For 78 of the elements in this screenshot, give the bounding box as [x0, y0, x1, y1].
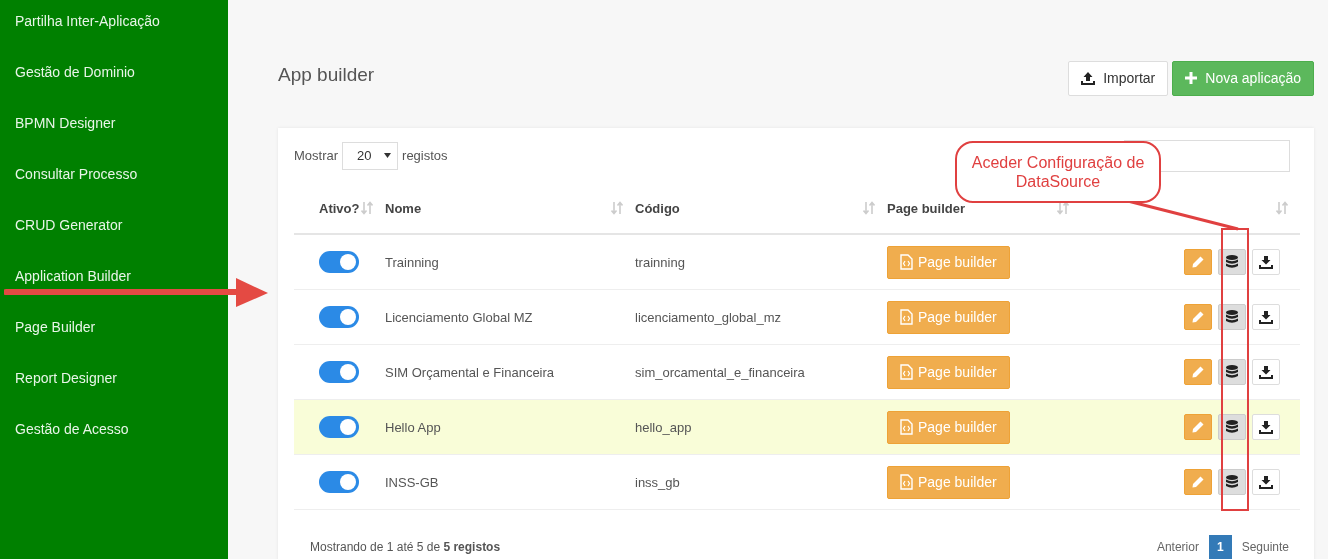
toggle-switch[interactable] [319, 251, 359, 273]
toggle-switch[interactable] [319, 416, 359, 438]
sidebar-item[interactable]: Consultar Processo [0, 153, 228, 204]
download-icon [1259, 475, 1273, 489]
download-icon [1259, 420, 1273, 434]
table-cell: trainning [635, 254, 685, 270]
sidebar-item[interactable]: Page Builder [0, 306, 228, 357]
download-icon [1259, 365, 1273, 379]
table-cell: sim_orcamental_e_financeira [635, 364, 805, 380]
sidebar-item[interactable]: CRUD Generator [0, 204, 228, 255]
code-file-icon [900, 309, 913, 325]
upload-icon [1081, 71, 1096, 85]
show-label: Mostrar [294, 148, 339, 163]
table-cell: INSS-GB [385, 474, 439, 490]
pencil-icon [1192, 476, 1204, 488]
sidebar-item[interactable]: BPMN Designer [0, 102, 228, 153]
edit-button[interactable] [1184, 304, 1212, 330]
datasource-button[interactable] [1218, 359, 1246, 385]
pagination-link[interactable]: 1 [1208, 535, 1232, 559]
sidebar-item[interactable]: Partilha Inter-Aplicação [0, 0, 228, 51]
download-icon [1259, 255, 1273, 269]
table-cell: licenciamento_global_mz [635, 309, 781, 325]
column-header: Ativo? [319, 200, 360, 216]
pagination-link[interactable]: Seguinte [1239, 536, 1291, 558]
download-icon [1259, 310, 1273, 324]
table-cell: Hello App [385, 419, 441, 435]
column-header: Page builder [887, 200, 966, 216]
edit-button[interactable] [1184, 469, 1212, 495]
database-icon [1226, 310, 1238, 324]
table-cell: inss_gb [635, 474, 680, 490]
code-file-icon [900, 254, 913, 270]
database-icon [1226, 475, 1238, 489]
database-icon [1226, 365, 1238, 379]
download-button[interactable] [1252, 469, 1280, 495]
download-button[interactable] [1252, 414, 1280, 440]
column-header: Código [635, 200, 680, 216]
page-size-select[interactable]: 20 [342, 141, 399, 170]
pagination-link[interactable]: Anterior [1154, 536, 1201, 558]
edit-button[interactable] [1184, 414, 1212, 440]
database-icon [1226, 255, 1238, 269]
datasource-button[interactable] [1218, 469, 1246, 495]
records-label: registos [402, 148, 448, 163]
table-info: Mostrando de 1 até 5 de 5 registos [310, 540, 501, 554]
sidebar-item[interactable]: Gestão de Dominio [0, 51, 228, 102]
callout-tooltip: Aceder Configuração de DataSource [955, 141, 1161, 203]
caret-icon [384, 153, 392, 158]
edit-button[interactable] [1184, 249, 1212, 275]
download-button[interactable] [1252, 249, 1280, 275]
column-header: Nome [385, 200, 422, 216]
datasource-button[interactable] [1218, 414, 1246, 440]
datasource-button[interactable] [1218, 304, 1246, 330]
table-cell: hello_app [635, 419, 692, 435]
edit-button[interactable] [1184, 359, 1212, 385]
pencil-icon [1192, 256, 1204, 268]
toggle-switch[interactable] [319, 361, 359, 383]
table-cell: Trainning [385, 254, 439, 270]
page-title: App builder [278, 64, 375, 86]
import-button[interactable]: Importar [1068, 60, 1169, 96]
pencil-icon [1192, 421, 1204, 433]
plus-icon [1185, 72, 1198, 84]
code-file-icon [900, 364, 913, 380]
table-cell: Licenciamento Global MZ [385, 309, 533, 325]
database-icon [1226, 420, 1238, 434]
new-application-button[interactable]: Nova aplicação [1172, 60, 1314, 96]
pencil-icon [1192, 366, 1204, 378]
sort-icon[interactable] [1057, 201, 1069, 215]
code-file-icon [900, 419, 913, 435]
toggle-switch[interactable] [319, 471, 359, 493]
sidebar-item[interactable]: Application Builder [0, 255, 228, 306]
pencil-icon [1192, 311, 1204, 323]
download-button[interactable] [1252, 359, 1280, 385]
download-button[interactable] [1252, 304, 1280, 330]
toggle-switch[interactable] [319, 306, 359, 328]
datasource-button[interactable] [1218, 249, 1246, 275]
code-file-icon [900, 474, 913, 490]
sidebar-item[interactable]: Gestão de Acesso [0, 408, 228, 459]
table-cell: SIM Orçamental e Financeira [385, 364, 555, 380]
sidebar-item[interactable]: Report Designer [0, 357, 228, 408]
